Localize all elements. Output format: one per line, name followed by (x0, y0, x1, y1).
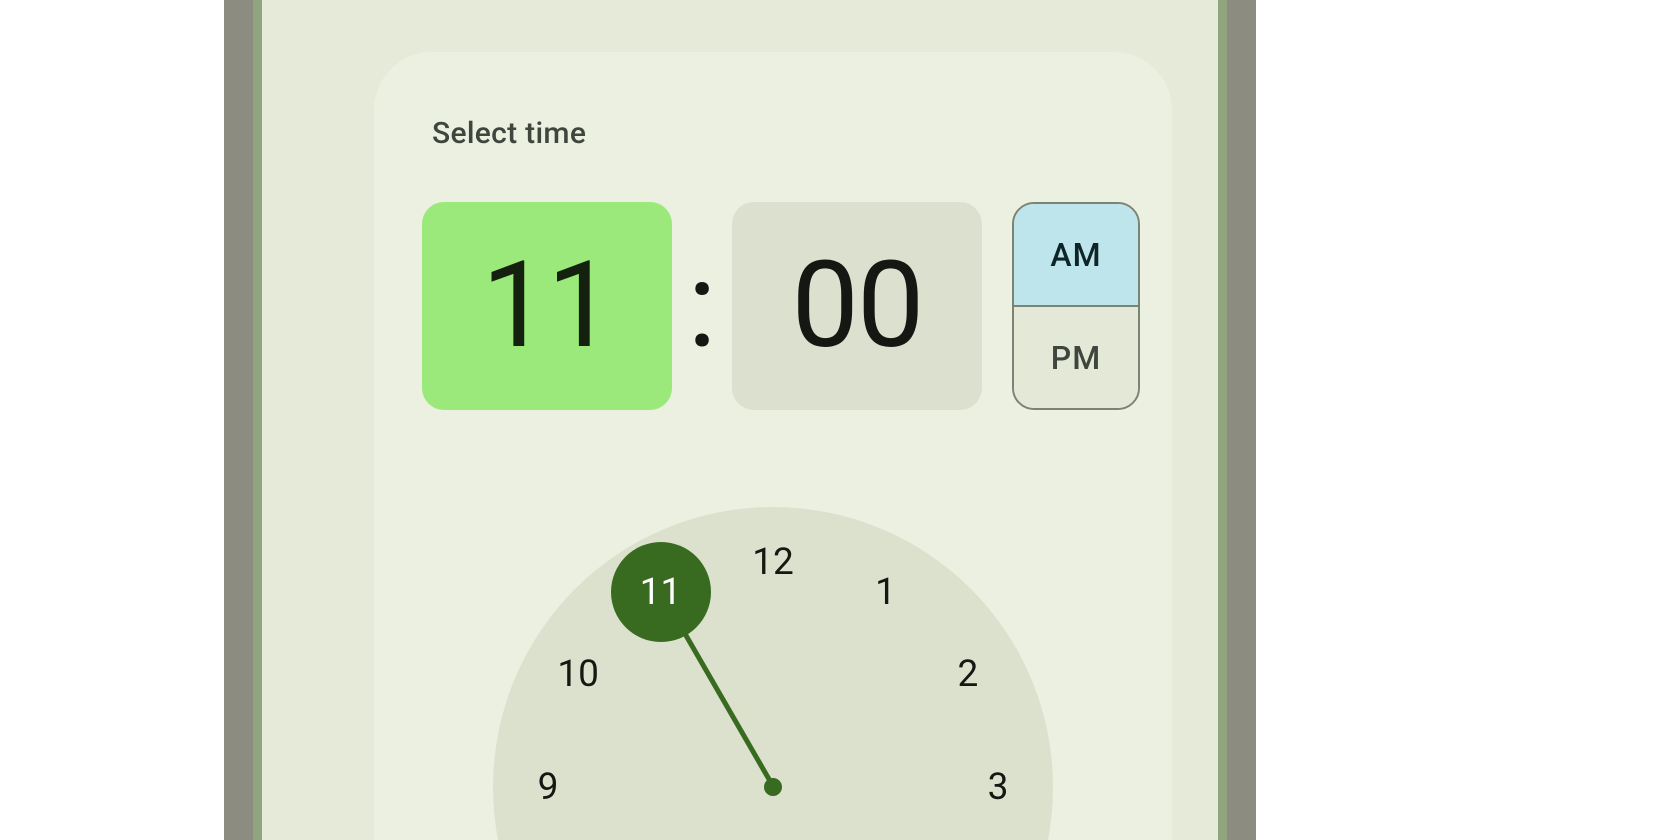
clock-number-1[interactable]: 1 (856, 562, 916, 622)
pm-button[interactable]: PM (1014, 307, 1138, 408)
clock-center-dot (764, 778, 782, 796)
minute-field[interactable]: 00 (732, 202, 982, 410)
clock-selected-indicator[interactable]: 11 (611, 542, 711, 642)
clock-number-3[interactable]: 3 (968, 757, 1028, 817)
stage-background: Select time 11 : 00 AM PM 12123456789101… (224, 0, 1256, 840)
am-button[interactable]: AM (1014, 204, 1138, 307)
time-picker-dialog: Select time 11 : 00 AM PM 12123456789101… (374, 52, 1172, 840)
clock-face[interactable]: 12123456789101111 (493, 507, 1053, 840)
clock-number-9[interactable]: 9 (518, 757, 578, 817)
clock-number-10[interactable]: 10 (548, 645, 608, 705)
clock-number-12[interactable]: 12 (743, 532, 803, 592)
time-separator: : (672, 236, 732, 376)
dialog-title: Select time (432, 116, 586, 151)
time-display-row: 11 : 00 AM PM (422, 202, 1140, 410)
clock-number-2[interactable]: 2 (938, 645, 998, 705)
hour-field[interactable]: 11 (422, 202, 672, 410)
ampm-toggle: AM PM (1012, 202, 1140, 410)
